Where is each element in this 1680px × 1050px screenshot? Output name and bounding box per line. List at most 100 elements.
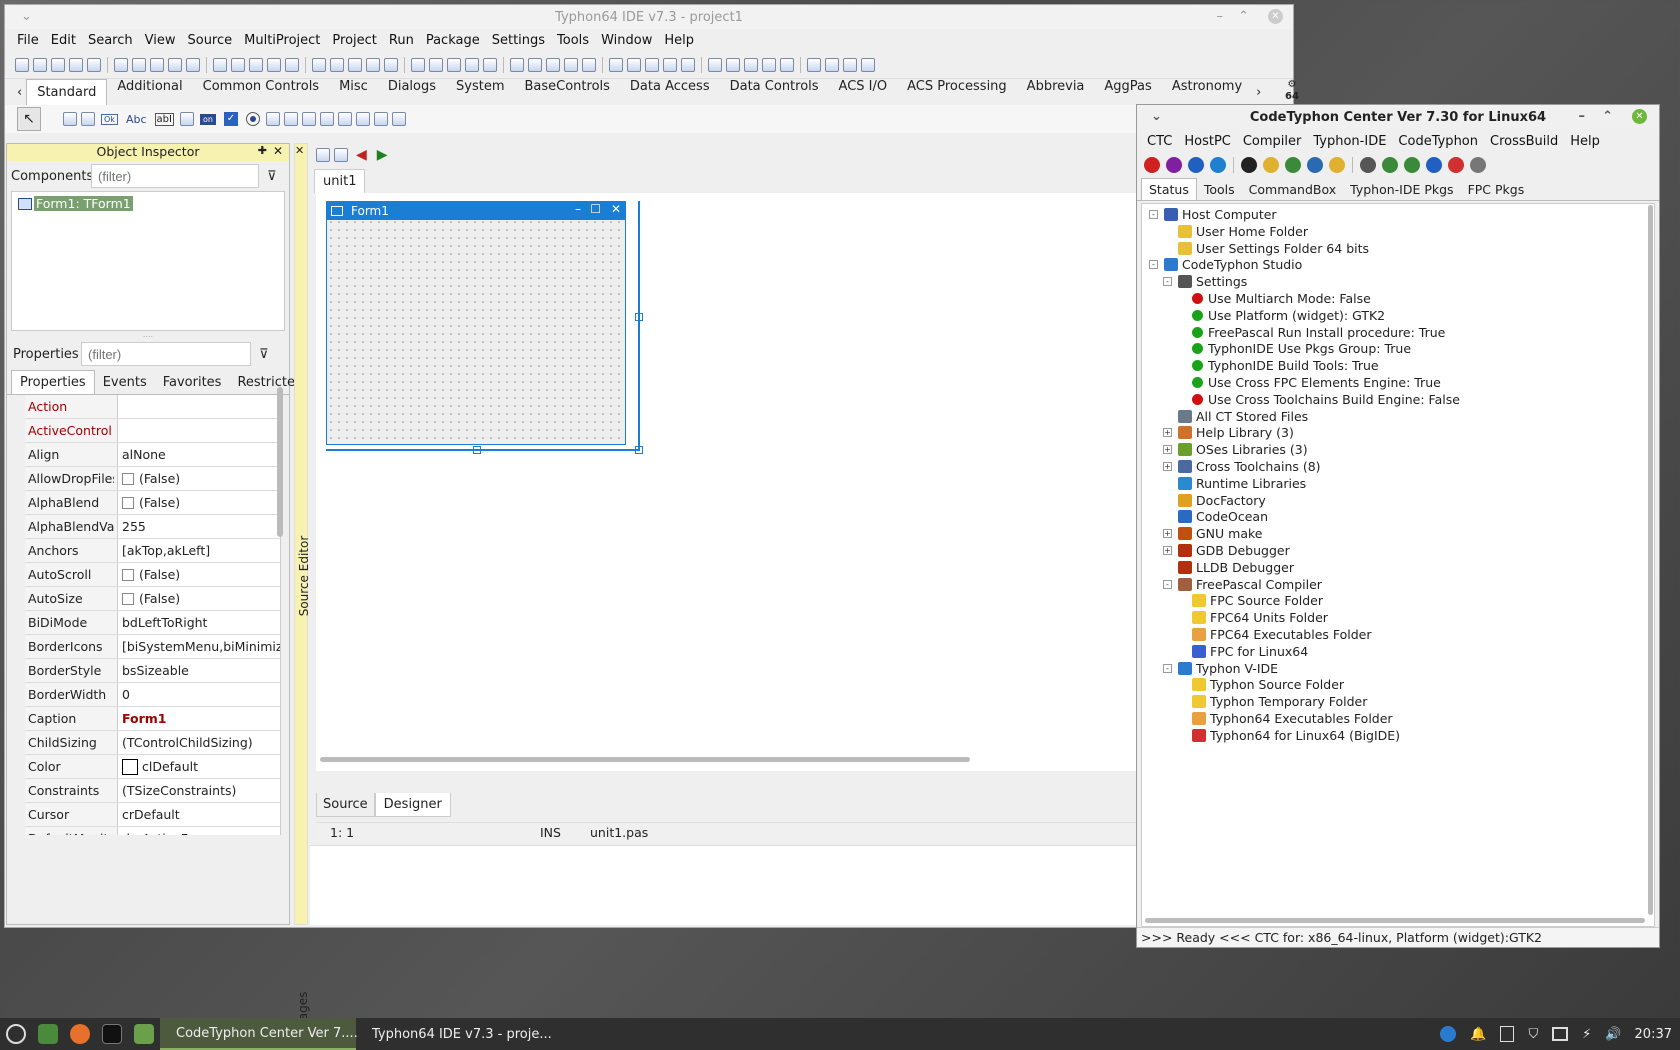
show-code-icon[interactable]: [285, 57, 299, 72]
tree-item-typhon64-for-linux64-bigide[interactable]: Typhon64 for Linux64 (BigIDE): [1192, 727, 1400, 744]
terminal-icon[interactable]: [1241, 157, 1257, 173]
property-value[interactable]: (False): [117, 587, 280, 610]
property-row-caption[interactable]: Caption Form1: [25, 707, 280, 731]
menu-settings[interactable]: Settings: [486, 33, 551, 48]
tree-item-lldb-debugger[interactable]: LLDB Debugger: [1178, 559, 1294, 576]
checkbox[interactable]: [122, 496, 134, 509]
menu-window[interactable]: Window: [595, 33, 658, 48]
toggle-form-unit-icon[interactable]: [447, 57, 461, 72]
property-row-anchors[interactable]: +Anchors [akTop,akLeft]: [25, 539, 280, 563]
expand-icon[interactable]: +: [1163, 428, 1172, 438]
property-value[interactable]: crDefault: [117, 803, 280, 826]
edit-icon[interactable]: [1307, 157, 1323, 173]
new-message-icon[interactable]: [465, 57, 479, 72]
info-icon[interactable]: [1188, 157, 1204, 173]
palette-tab-common-controls[interactable]: Common Controls: [193, 79, 329, 105]
property-value[interactable]: bdLeftToRight: [117, 611, 280, 634]
build-file-icon[interactable]: [546, 57, 560, 72]
tree-item-oses-libraries-3[interactable]: OSes Libraries (3): [1178, 441, 1308, 458]
new-form-icon[interactable]: [33, 57, 47, 72]
tree-item-fpc-source-folder[interactable]: FPC Source Folder: [1192, 592, 1323, 609]
toggle-form-icon[interactable]: [249, 57, 263, 72]
property-row-action[interactable]: Action: [25, 395, 280, 419]
tree-item-typhonide-use-pkgs-group-true[interactable]: TyphonIDE Use Pkgs Group: True: [1192, 340, 1411, 357]
checkbox[interactable]: [122, 592, 134, 605]
ctc-menu-crossbuild[interactable]: CrossBuild: [1484, 134, 1564, 149]
property-row-bordericons[interactable]: +BorderIcons [biSystemMenu,biMinimize,biM…: [25, 635, 280, 659]
terminal-icon[interactable]: [102, 1024, 122, 1044]
build-icon[interactable]: [1285, 157, 1301, 173]
ctc-tab-fpc-pkgs[interactable]: FPC Pkgs: [1461, 179, 1532, 200]
tree-item-freepascal-run-install-procedure-true[interactable]: FreePascal Run Install procedure: True: [1192, 324, 1445, 341]
volume-icon[interactable]: 🔊: [1605, 1027, 1621, 1042]
taskbar-item-ide[interactable]: Typhon64 IDE v7.3 - proje...: [356, 1018, 556, 1050]
tree-item-typhonide-build-tools-true[interactable]: TyphonIDE Build Tools: True: [1192, 357, 1379, 374]
property-value[interactable]: 255: [117, 515, 280, 538]
inspector-close-icon[interactable]: ✕: [273, 144, 283, 158]
tree-item-fpc64-executables-folder[interactable]: FPC64 Executables Folder: [1192, 626, 1372, 643]
tree-item-freepascal-compiler[interactable]: FreePascal Compiler: [1178, 576, 1322, 593]
clean-icon[interactable]: [1329, 157, 1345, 173]
menu-project[interactable]: Project: [326, 33, 382, 48]
close-icon[interactable]: ✕: [1268, 9, 1283, 24]
pin-icon[interactable]: ✚: [258, 144, 267, 157]
view-forms-icon[interactable]: [334, 148, 348, 162]
menu-multiproject[interactable]: MultiProject: [238, 33, 326, 48]
property-value[interactable]: (TSizeConstraints): [117, 779, 280, 802]
run-options-icon[interactable]: [528, 57, 542, 72]
property-value[interactable]: bsSizeable: [117, 659, 280, 682]
refresh-icon[interactable]: [1210, 157, 1226, 173]
view-packages-icon[interactable]: [186, 57, 200, 72]
property-row-defaultmonitor[interactable]: DefaultMonitor dmActiveForm: [25, 827, 280, 835]
collapse-icon[interactable]: -: [1163, 663, 1172, 673]
ctc-menu-compiler[interactable]: Compiler: [1237, 134, 1308, 149]
back-arrow-icon[interactable]: ◀: [356, 147, 367, 163]
view-units-icon[interactable]: [316, 148, 330, 162]
monitor-icon[interactable]: [681, 57, 695, 72]
property-value[interactable]: [117, 419, 280, 442]
menu-edit[interactable]: Edit: [45, 33, 82, 48]
open-recent-icon[interactable]: [87, 57, 101, 72]
ctc-menu-hostpc[interactable]: HostPC: [1178, 134, 1237, 149]
property-value[interactable]: Form1: [117, 707, 280, 730]
mainmenu-component-icon[interactable]: [63, 112, 77, 126]
palette-tab-astronomy[interactable]: Astronomy: [1162, 79, 1252, 105]
ctc-menu-ctc[interactable]: CTC: [1141, 134, 1178, 149]
inspector-tab-events[interactable]: Events: [95, 371, 155, 394]
show-desktop-icon[interactable]: [38, 1024, 58, 1044]
build-icon[interactable]: [744, 57, 758, 72]
close-icon[interactable]: [366, 57, 380, 72]
property-row-bidimode[interactable]: BiDiMode bdLeftToRight: [25, 611, 280, 635]
expand-icon[interactable]: +: [1163, 462, 1172, 471]
property-row-allowdropfiles[interactable]: AllowDropFiles (False): [25, 467, 280, 491]
palette-tab-dialogs[interactable]: Dialogs: [378, 79, 446, 105]
actionlist-component-icon[interactable]: [391, 112, 406, 126]
palette-tab-data-controls[interactable]: Data Controls: [720, 79, 829, 105]
panel-component-icon[interactable]: [355, 112, 370, 126]
property-row-borderwidth[interactable]: BorderWidth 0: [25, 683, 280, 707]
menu-search[interactable]: Search: [82, 33, 139, 48]
checkbox-component-icon[interactable]: ✓: [223, 112, 238, 126]
tree-item-use-platform-widget-gtk2[interactable]: Use Platform (widget): GTK2: [1192, 307, 1385, 324]
properties-filter-input[interactable]: [81, 342, 251, 366]
typhon-tray-icon[interactable]: [1440, 1026, 1457, 1042]
ctc-hscrollbar[interactable]: [1145, 918, 1645, 923]
code-template-icon[interactable]: [564, 57, 578, 72]
ctc-window-menu-icon[interactable]: ⌄: [1151, 109, 1162, 124]
pointer-tool[interactable]: ↖: [17, 107, 41, 131]
property-value[interactable]: (False): [117, 563, 280, 586]
jump-forward-icon[interactable]: [510, 57, 524, 72]
designer-hscrollbar[interactable]: [320, 757, 970, 762]
tree-item-all-ct-stored-files[interactable]: All CT Stored Files: [1178, 408, 1308, 425]
property-value[interactable]: alNone: [117, 443, 280, 466]
palette-tab-standard[interactable]: Standard: [26, 79, 108, 105]
tree-item-typhon-temporary-folder[interactable]: Typhon Temporary Folder: [1192, 693, 1367, 710]
minimize-icon[interactable]: –: [1217, 9, 1224, 24]
property-row-color[interactable]: Color clDefault: [25, 755, 280, 779]
clear-properties-filter-icon[interactable]: ⊽: [259, 347, 269, 362]
toggle-component-icon[interactable]: on: [199, 113, 216, 125]
property-value[interactable]: [117, 395, 280, 418]
expand-icon[interactable]: +: [1163, 546, 1172, 555]
tree-item-fpc64-units-folder[interactable]: FPC64 Units Folder: [1192, 609, 1328, 626]
inspector-tab-properties[interactable]: Properties: [11, 370, 95, 394]
